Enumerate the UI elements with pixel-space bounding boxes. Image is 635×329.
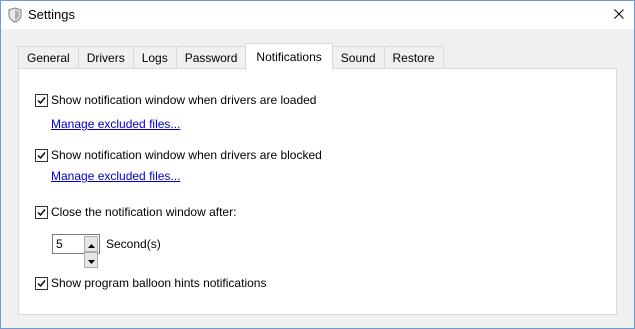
close-button[interactable] [604,1,634,29]
settings-window: Settings General Drivers Logs Password N… [0,0,635,329]
stepper-down-button[interactable] [84,252,98,268]
tab-drivers[interactable]: Drivers [77,46,134,69]
tab-sound[interactable]: Sound [331,46,385,69]
arrow-down-icon [87,253,95,267]
seconds-stepper[interactable]: 5 [52,234,100,268]
seconds-unit-label: Second(s) [106,237,161,251]
stepper-buttons [84,236,98,268]
drivers-loaded-option[interactable]: Show notification window when drivers ar… [35,93,316,107]
manage-excluded-files-link-2[interactable]: Manage excluded files... [51,169,180,183]
drivers-loaded-checkbox[interactable] [35,93,48,107]
shield-icon [7,7,23,23]
balloon-hints-option[interactable]: Show program balloon hints notifications [35,276,266,290]
drivers-loaded-label: Show notification window when drivers ar… [51,93,317,107]
tab-password[interactable]: Password [175,46,247,69]
tab-general[interactable]: General [18,46,79,69]
balloon-hints-label: Show program balloon hints notifications [51,276,267,290]
stepper-up-button[interactable] [84,236,98,252]
close-after-checkbox[interactable] [35,205,48,219]
seconds-value[interactable]: 5 [56,237,63,251]
arrow-up-icon [87,237,95,251]
close-icon [614,8,624,22]
close-after-label: Close the notification window after: [51,205,237,219]
manage-excluded-files-link-1[interactable]: Manage excluded files... [51,117,180,131]
title-bar[interactable]: Settings [1,1,634,29]
tab-notifications[interactable]: Notifications [245,43,333,70]
drivers-blocked-checkbox[interactable] [35,148,48,162]
close-after-option[interactable]: Close the notification window after: [35,205,236,219]
notifications-panel: Show notification window when drivers ar… [18,68,617,315]
tab-logs[interactable]: Logs [132,46,177,69]
drivers-blocked-option[interactable]: Show notification window when drivers ar… [35,148,322,162]
tab-strip: General Drivers Logs Password Notificati… [18,43,444,70]
drivers-blocked-label: Show notification window when drivers ar… [51,148,322,162]
window-title: Settings [28,7,75,22]
balloon-hints-checkbox[interactable] [35,276,48,290]
tab-restore[interactable]: Restore [383,46,444,69]
